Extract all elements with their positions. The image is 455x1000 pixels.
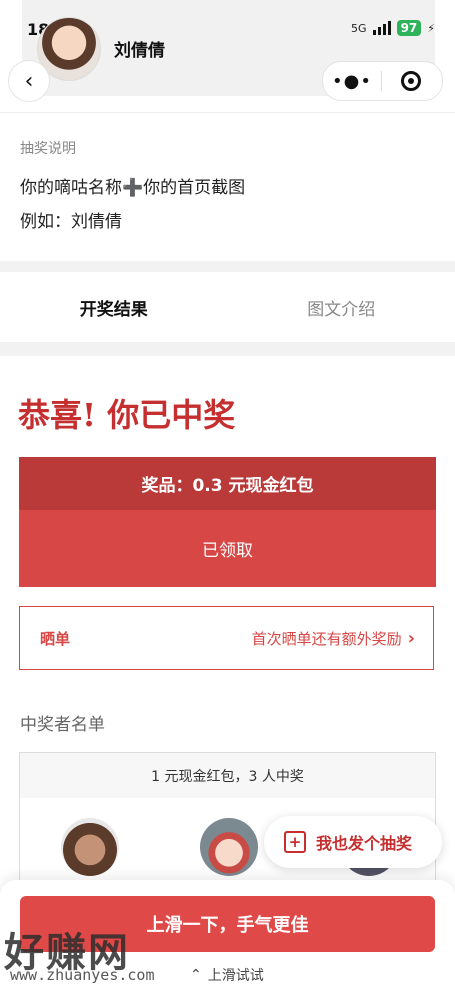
target-icon bbox=[401, 71, 421, 91]
chevron-right-icon: › bbox=[407, 627, 415, 649]
winners-title: 中奖者名单 bbox=[20, 715, 105, 735]
description-line-1: 你的嘀咕名称➕你的首页截图 bbox=[20, 178, 246, 198]
battery-icon: 97 bbox=[396, 20, 422, 36]
plus-icon: + bbox=[284, 831, 306, 853]
mini-program-capsule: •●• bbox=[322, 61, 443, 101]
signal-icon bbox=[372, 21, 391, 35]
user-name: 刘倩倩 bbox=[114, 41, 165, 61]
share-reward: 首次晒单还有额外奖励 › bbox=[252, 628, 415, 649]
status-icons: 5G 97 ⚡ bbox=[351, 20, 435, 36]
description-label: 抽奖说明 bbox=[20, 141, 76, 157]
winner-avatar[interactable] bbox=[200, 818, 258, 876]
create-lottery-button[interactable]: + 我也发个抽奖 bbox=[264, 816, 442, 868]
congrats-heading: 恭喜! 你已中奖 bbox=[18, 396, 236, 434]
share-row[interactable]: 晒单 首次晒单还有额外奖励 › bbox=[19, 606, 434, 670]
tab-intro[interactable]: 图文介绍 bbox=[228, 272, 455, 342]
share-reward-text: 首次晒单还有额外奖励 bbox=[251, 629, 402, 648]
charging-icon: ⚡ bbox=[427, 21, 435, 35]
tab-bar: 开奖结果 图文介绍 bbox=[0, 272, 455, 342]
share-label: 晒单 bbox=[40, 629, 71, 648]
watermark-url: www.zhuanyes.com bbox=[10, 966, 155, 984]
network-label: 5G bbox=[351, 21, 367, 35]
prize-banner: 奖品：0.3 元现金红包 bbox=[19, 457, 436, 510]
claimed-button[interactable]: 已领取 bbox=[19, 510, 436, 587]
back-button[interactable]: ‹ bbox=[8, 60, 50, 102]
tab-results[interactable]: 开奖结果 bbox=[0, 272, 228, 342]
winners-summary: 1 元现金红包，3 人中奖 bbox=[20, 753, 435, 798]
more-icon[interactable]: •●• bbox=[323, 71, 381, 92]
close-mini-program-button[interactable] bbox=[382, 71, 440, 91]
winner-avatar[interactable] bbox=[61, 818, 119, 876]
chevron-left-icon: ‹ bbox=[24, 68, 34, 94]
description-line-2: 例如：刘倩倩 bbox=[20, 212, 122, 232]
create-lottery-label: 我也发个抽奖 bbox=[316, 834, 413, 853]
watermark: 好赚网 www.zhuanyes.com bbox=[0, 920, 300, 1000]
